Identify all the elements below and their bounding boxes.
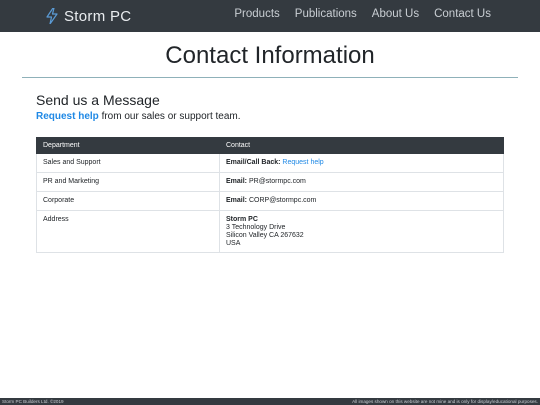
department-cell: Sales and Support (36, 153, 220, 173)
address-line: USA (226, 240, 241, 248)
contact-email: CORP@stormpc.com (248, 197, 317, 204)
nav-link-publications[interactable]: Publications (295, 8, 357, 20)
request-help-table-link[interactable]: Request help (282, 159, 323, 166)
column-header-contact: Contact (219, 137, 504, 154)
address-cell: Storm PC 3 Technology Drive Silicon Vall… (219, 210, 504, 253)
table-row: PR and Marketing Email: PR@stormpc.com (36, 172, 504, 192)
contact-email: PR@stormpc.com (248, 178, 306, 185)
department-cell: Corporate (36, 191, 220, 211)
contact-cell: Email: PR@stormpc.com (219, 172, 504, 192)
contact-cell: Email: CORP@stormpc.com (219, 191, 504, 211)
contact-label: Email: (226, 197, 248, 204)
contact-label: Email: (226, 178, 248, 185)
footer-disclaimer: All images shown on this website are not… (352, 399, 538, 404)
address-line: Silicon Valley CA 267632 (226, 232, 304, 240)
brand-name: Storm PC (64, 7, 132, 25)
table-row: Sales and Support Email/Call Back: Reque… (36, 153, 504, 173)
address-company: Storm PC (226, 216, 258, 223)
contact-table: Department Contact Sales and Support Ema… (36, 137, 504, 253)
nav-link-products[interactable]: Products (234, 8, 279, 20)
section-subtitle-text: from our sales or support team. (98, 111, 241, 122)
navbar: Storm PC Products Publications About Us … (0, 0, 540, 32)
brand-logo-link[interactable]: Storm PC (46, 6, 131, 26)
department-cell: Address (36, 210, 220, 253)
footer: Storm PC Builders Ltd. ©2019 All images … (0, 398, 540, 405)
lightning-bolt-icon (46, 8, 58, 24)
column-header-department: Department (36, 137, 220, 154)
address-line: 3 Technology Drive (226, 224, 286, 232)
table-row: Corporate Email: CORP@stormpc.com (36, 191, 504, 211)
title-divider (22, 77, 518, 78)
nav-link-about-us[interactable]: About Us (372, 8, 419, 20)
section-subtitle: Request help from our sales or support t… (36, 111, 241, 122)
table-header-row: Department Contact (36, 137, 504, 154)
footer-copyright: Storm PC Builders Ltd. ©2019 (2, 399, 64, 404)
section-heading: Send us a Message (36, 92, 160, 108)
department-cell: PR and Marketing (36, 172, 220, 192)
request-help-link[interactable]: Request help (36, 111, 99, 122)
nav-link-contact-us[interactable]: Contact Us (434, 8, 491, 20)
contact-cell: Email/Call Back: Request help (219, 153, 504, 173)
table-row: Address Storm PC 3 Technology Drive Sili… (36, 210, 504, 253)
nav-menu: Products Publications About Us Contact U… (234, 8, 491, 20)
contact-label: Email/Call Back: (226, 159, 281, 166)
page-title: Contact Information (165, 42, 375, 69)
